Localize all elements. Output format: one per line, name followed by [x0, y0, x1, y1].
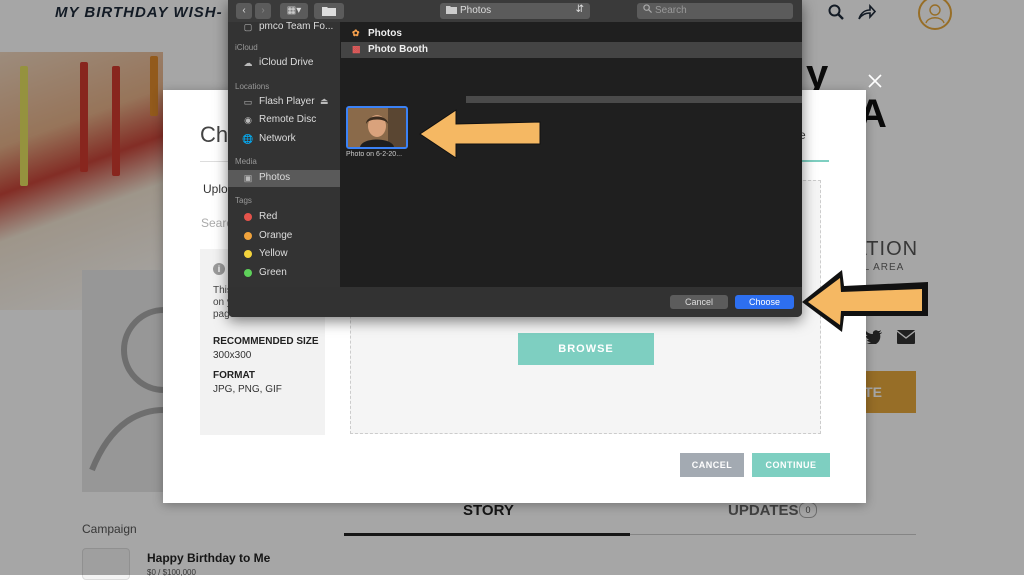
forward-icon[interactable]: › — [255, 3, 271, 19]
sidebar-heading-locations: Locations — [235, 82, 270, 91]
location-label: Photos — [460, 5, 492, 16]
sidebar-item-flash-player[interactable]: ▭ Flash Player ⏏ — [228, 94, 340, 111]
sidebar-item-network[interactable]: 🌐 Network — [228, 131, 340, 148]
disc-icon: ◉ — [244, 115, 252, 125]
column-item-photos[interactable]: ✿ Photos — [341, 26, 802, 42]
tag-color-dot — [244, 232, 252, 240]
recommended-size-value: 300x300 — [213, 350, 252, 361]
dialog-cancel-button[interactable]: Cancel — [670, 295, 728, 309]
location-dropdown[interactable]: Photos ⇵ — [440, 3, 590, 19]
sidebar-item-label: iCloud Drive — [259, 57, 314, 68]
drive-icon: ▭ — [243, 97, 253, 107]
sidebar-item-partial[interactable]: ▢ pmco Team Fo... — [228, 19, 340, 36]
recommended-size-heading: RECOMMENDED SIZE — [213, 336, 319, 347]
sidebar-heading-media: Media — [235, 157, 257, 166]
sidebar-item-label: Photos — [259, 172, 291, 183]
info-icon: i — [213, 263, 225, 275]
column-item-label: Photo Booth — [368, 44, 428, 55]
sidebar-heading-icloud: iCloud — [235, 43, 258, 52]
tag-color-dot — [244, 250, 252, 258]
sidebar-tag-orange[interactable]: Orange — [228, 228, 340, 245]
folder-icon: ▢ — [243, 22, 253, 32]
annotation-arrow-photo — [419, 109, 541, 159]
browse-button[interactable]: BROWSE — [518, 333, 654, 365]
photos-app-icon: ✿ — [352, 28, 360, 38]
photo-booth-icon: ▩ — [352, 44, 361, 54]
sidebar-item-label: Network — [259, 133, 296, 144]
annotation-arrow-choose — [802, 270, 928, 332]
sidebar-item-label: Flash Player — [259, 96, 315, 107]
sidebar-item-icloud-drive[interactable]: ☁ iCloud Drive — [228, 55, 340, 72]
camera-icon: ▣ — [243, 173, 253, 183]
sidebar-item-photos[interactable]: ▣ Photos — [228, 170, 340, 187]
new-folder-icon[interactable] — [314, 3, 344, 19]
horizontal-scrollbar[interactable] — [466, 96, 802, 103]
photo-filename: Photo on 6-2-20... — [346, 151, 403, 158]
back-icon[interactable]: ‹ — [236, 3, 252, 19]
column-item-photo-booth[interactable]: ▩ Photo Booth — [341, 42, 802, 58]
sidebar-tag-red[interactable]: Red — [228, 209, 340, 226]
dialog-choose-button[interactable]: Choose — [735, 295, 794, 309]
continue-button[interactable]: CONTINUE — [752, 453, 830, 477]
sidebar-item-label: Red — [259, 211, 278, 222]
close-icon[interactable] — [868, 68, 882, 94]
sidebar-item-label: Yellow — [259, 248, 288, 259]
sidebar-tag-yellow[interactable]: Yellow — [228, 246, 340, 263]
sidebar-item-label: Green — [259, 267, 287, 278]
chevron-updown-icon: ⇵ — [575, 4, 584, 15]
eject-icon[interactable]: ⏏ — [320, 96, 329, 107]
search-placeholder: Search — [655, 5, 687, 16]
view-mode-icon[interactable]: ▦▾ — [280, 3, 308, 19]
sidebar-item-label: Orange — [259, 230, 293, 241]
format-value: JPG, PNG, GIF — [213, 384, 282, 395]
sidebar-item-label: Remote Disc — [259, 114, 317, 125]
photo-thumbnail-selected[interactable] — [346, 106, 408, 149]
file-browser-pane — [340, 22, 802, 287]
sidebar-heading-tags: Tags — [235, 196, 252, 205]
cloud-icon: ☁ — [243, 58, 253, 68]
column-item-label: Photos — [368, 28, 402, 39]
tag-color-dot — [244, 213, 252, 221]
format-heading: FORMAT — [213, 370, 256, 381]
folder-icon — [446, 6, 457, 17]
tag-color-dot — [244, 269, 252, 277]
globe-icon: 🌐 — [242, 134, 254, 144]
search-icon — [643, 4, 652, 16]
sidebar-tag-green[interactable]: Green — [228, 265, 340, 282]
sidebar-item-label: pmco Team Fo... — [259, 21, 334, 32]
dialog-search-input[interactable]: Search — [637, 3, 793, 19]
dialog-sidebar: ▢ pmco Team Fo... iCloud ☁ iCloud Drive … — [228, 19, 340, 287]
sidebar-item-remote-disc[interactable]: ◉ Remote Disc — [228, 112, 340, 129]
cancel-button[interactable]: CANCEL — [680, 453, 744, 477]
